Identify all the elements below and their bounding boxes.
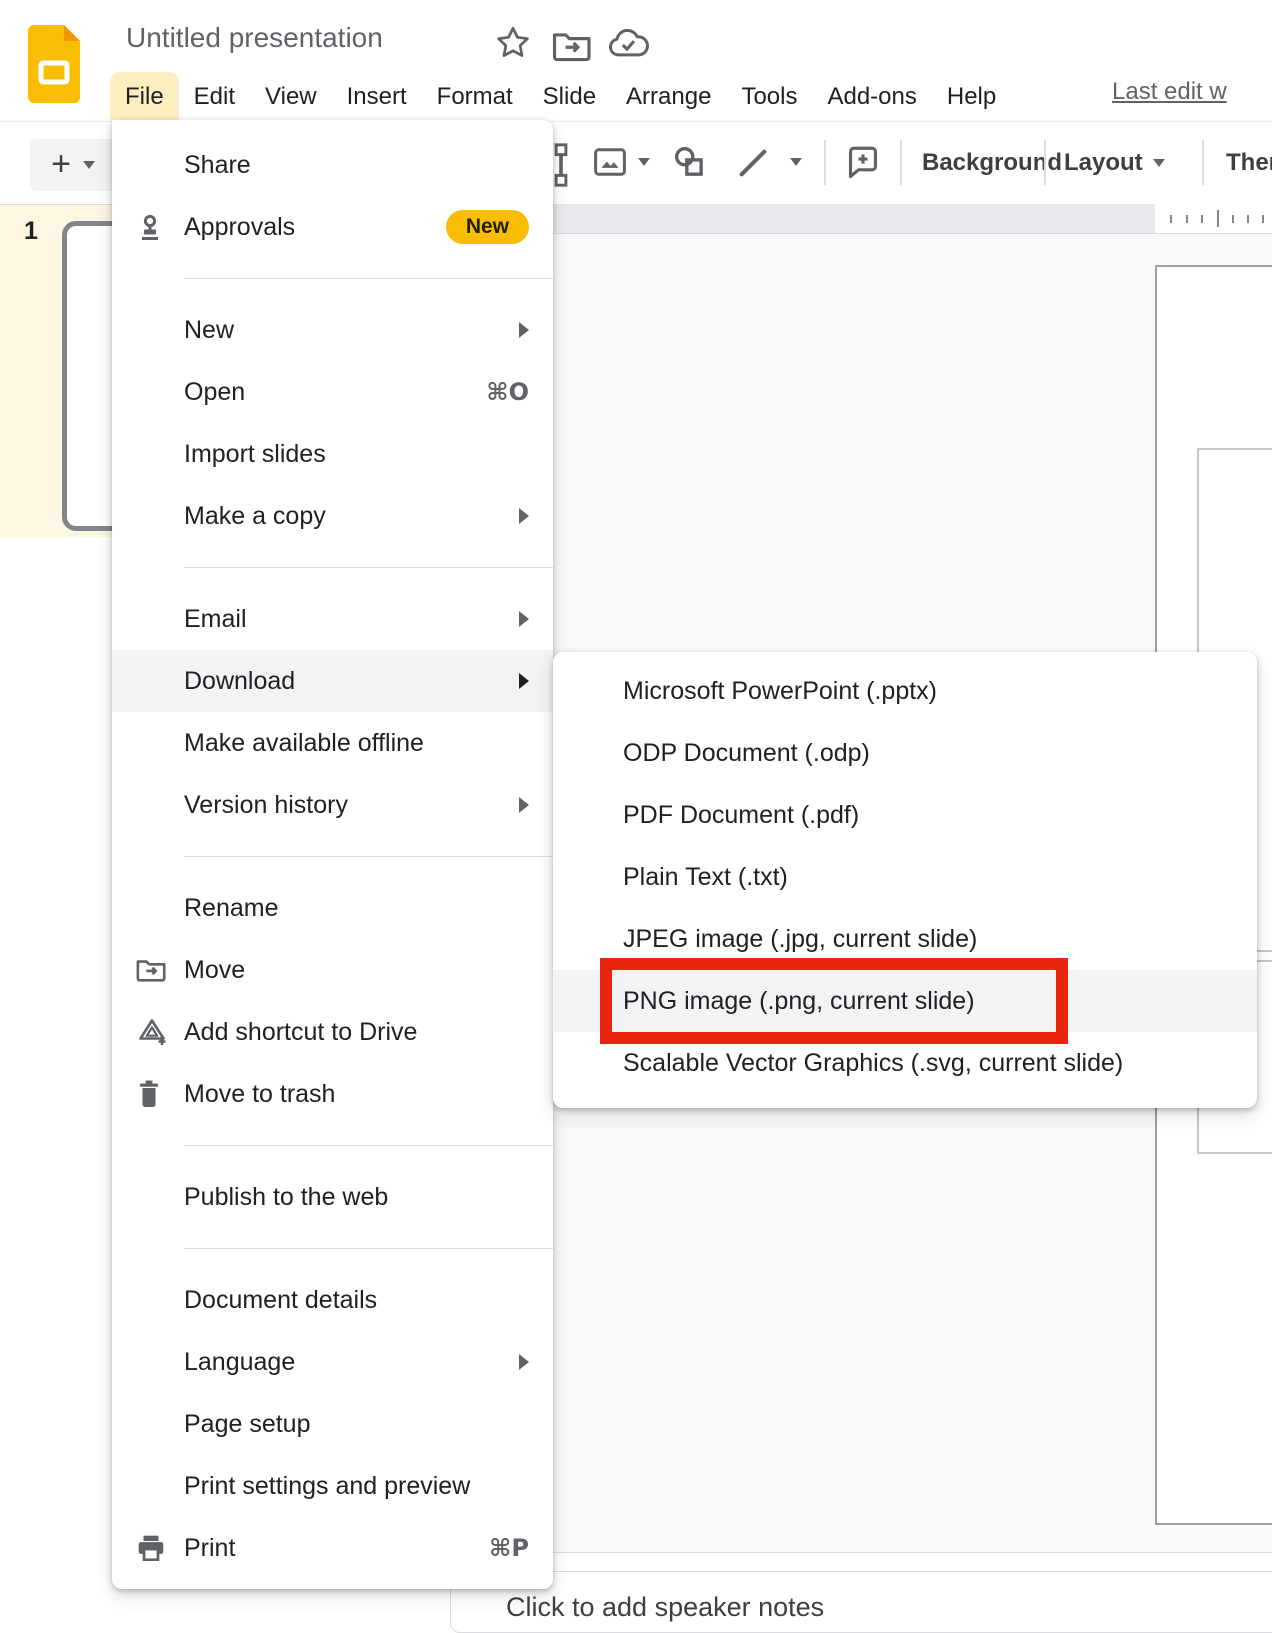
submenu-arrow-icon [519, 508, 529, 524]
menu-item-approvals[interactable]: Approvals New [112, 196, 553, 258]
text-box-icon[interactable] [552, 143, 570, 187]
menu-slide[interactable]: Slide [528, 72, 611, 121]
menu-item-download[interactable]: Download [112, 650, 553, 712]
menu-help[interactable]: Help [932, 72, 1011, 121]
slide-number: 1 [24, 217, 38, 246]
menu-arrange[interactable]: Arrange [611, 72, 726, 121]
menu-divider [184, 856, 553, 857]
menu-divider [184, 278, 553, 279]
folder-move-icon [136, 957, 168, 983]
trash-icon [136, 1079, 162, 1109]
menu-item-import-slides[interactable]: Import slides [112, 423, 553, 485]
menu-item-make-available-offline[interactable]: Make available offline [112, 712, 553, 774]
drive-shortcut-icon [136, 1017, 168, 1047]
slides-logo-icon[interactable] [28, 25, 80, 103]
menu-divider [184, 567, 553, 568]
menu-insert[interactable]: Insert [332, 72, 422, 121]
filmstrip-panel: 1 [0, 204, 112, 537]
app-header: Untitled presentation File Edit View Ins… [0, 0, 1272, 122]
menu-file[interactable]: File [110, 72, 179, 121]
submenu-arrow-icon [519, 611, 529, 627]
speaker-notes-placeholder: Click to add speaker notes [506, 1592, 824, 1623]
theme-button[interactable]: Ther [1226, 149, 1272, 177]
approval-stamp-icon [136, 213, 164, 241]
cloud-check-icon[interactable] [606, 28, 650, 62]
insert-comment-icon[interactable] [846, 146, 880, 180]
printer-icon [136, 1535, 166, 1561]
new-slide-button[interactable]: + [30, 139, 116, 191]
menu-item-add-shortcut-to-drive[interactable]: Add shortcut to Drive [112, 1001, 553, 1063]
menu-item-open[interactable]: Open ⌘O [112, 361, 553, 423]
toolbar-divider [824, 140, 826, 185]
menu-item-print[interactable]: Print ⌘P [112, 1517, 553, 1579]
menu-item-language[interactable]: Language [112, 1331, 553, 1393]
submenu-item-odp[interactable]: ODP Document (.odp) [553, 722, 1257, 784]
menu-tools[interactable]: Tools [726, 72, 812, 121]
image-dropdown-icon[interactable] [638, 158, 650, 166]
toolbar-divider [1202, 140, 1204, 185]
menu-format[interactable]: Format [422, 72, 528, 121]
menu-item-document-details[interactable]: Document details [112, 1269, 553, 1331]
menu-item-move-to-trash[interactable]: Move to trash [112, 1063, 553, 1125]
line-dropdown-icon[interactable] [790, 158, 802, 166]
menu-item-version-history[interactable]: Version history [112, 774, 553, 836]
insert-shape-icon[interactable] [672, 146, 708, 178]
submenu-arrow-icon [519, 322, 529, 338]
submenu-item-pptx[interactable]: Microsoft PowerPoint (.pptx) [553, 660, 1257, 722]
menu-item-move[interactable]: Move [112, 939, 553, 1001]
submenu-arrow-icon [519, 797, 529, 813]
menu-divider [184, 1145, 553, 1146]
insert-line-icon[interactable] [736, 146, 770, 180]
menu-addons[interactable]: Add-ons [812, 72, 931, 121]
background-button[interactable]: Background [922, 149, 1062, 177]
shortcut-label: ⌘O [486, 378, 529, 406]
new-badge: New [446, 210, 529, 244]
menu-item-rename[interactable]: Rename [112, 877, 553, 939]
menu-item-print-settings-and-preview[interactable]: Print settings and preview [112, 1455, 553, 1517]
toolbar-divider [900, 140, 902, 185]
menu-item-publish-to-the-web[interactable]: Publish to the web [112, 1166, 553, 1228]
star-icon[interactable] [494, 24, 532, 62]
menu-item-page-setup[interactable]: Page setup [112, 1393, 553, 1455]
menu-item-email[interactable]: Email [112, 588, 553, 650]
speaker-notes-box[interactable]: Click to add speaker notes [450, 1571, 1272, 1633]
ruler-ticks [1155, 204, 1272, 233]
menu-view[interactable]: View [250, 72, 332, 121]
toolbar-divider [1044, 140, 1046, 185]
submenu-item-txt[interactable]: Plain Text (.txt) [553, 846, 1257, 908]
plus-icon: + [51, 147, 71, 181]
menu-divider [184, 1248, 553, 1249]
chevron-down-icon[interactable] [83, 161, 95, 169]
file-menu: Share Approvals New New Open ⌘O Import s… [112, 120, 553, 1589]
submenu-arrow-icon [519, 1354, 529, 1370]
menu-item-share[interactable]: Share [112, 134, 553, 196]
menu-bar: File Edit View Insert Format Slide Arran… [110, 72, 1011, 121]
move-folder-icon[interactable] [552, 30, 594, 62]
submenu-item-pdf[interactable]: PDF Document (.pdf) [553, 784, 1257, 846]
red-highlight-box [600, 958, 1068, 1044]
document-title[interactable]: Untitled presentation [126, 22, 383, 54]
menu-item-make-a-copy[interactable]: Make a copy [112, 485, 553, 547]
menu-edit[interactable]: Edit [179, 72, 250, 121]
layout-dropdown-icon [1153, 159, 1165, 167]
last-edit-link[interactable]: Last edit w [1112, 78, 1272, 106]
shortcut-label: ⌘P [489, 1534, 529, 1562]
insert-image-icon[interactable] [594, 148, 626, 176]
menu-item-new[interactable]: New [112, 299, 553, 361]
layout-button[interactable]: Layout [1064, 149, 1165, 177]
submenu-arrow-icon [519, 673, 529, 689]
